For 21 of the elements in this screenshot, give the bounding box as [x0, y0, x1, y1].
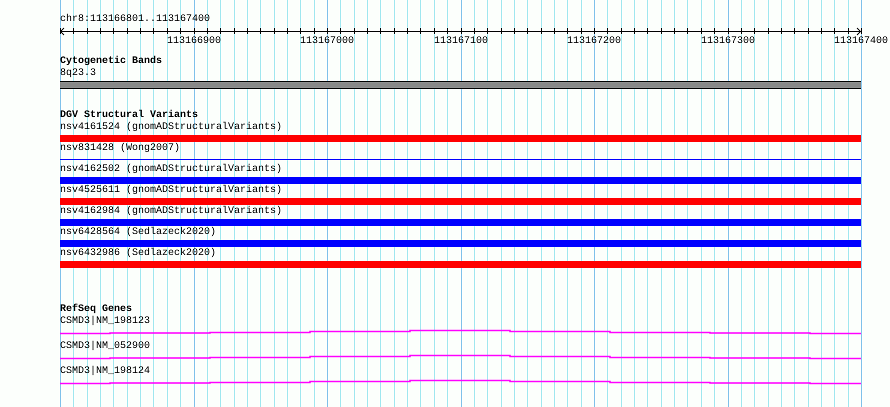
band-label: 8q23.3: [60, 68, 96, 80]
tick-label: 113167300: [701, 36, 755, 44]
tick-label: 113167000: [300, 36, 354, 44]
variant-label: nsv4162984 (gnomADStructuralVariants): [60, 206, 282, 218]
variant-label: nsv4162502 (gnomADStructuralVariants): [60, 164, 282, 176]
track-title: RefSeq Genes: [60, 304, 132, 316]
gene-label: CSMD3|NM_052900: [60, 341, 150, 353]
variant-label: nsv4525611 (gnomADStructuralVariants): [60, 185, 282, 197]
gene-label: CSMD3|NM_198123: [60, 316, 150, 328]
variant-label: nsv6428564 (Sedlazeck2020): [60, 227, 216, 239]
location-label: chr8:113166801..113167400: [60, 14, 210, 26]
tick-label: 113166900: [167, 36, 221, 44]
variant-label: nsv831428 (Wong2007): [60, 143, 180, 155]
tick-label: 113167200: [567, 36, 621, 44]
track-title: DGV Structural Variants: [60, 110, 198, 122]
tick-label: 113167100: [434, 36, 488, 44]
variant-label: nsv6432986 (Sedlazeck2020): [60, 248, 216, 260]
variant-label: nsv4161524 (gnomADStructuralVariants): [60, 122, 282, 134]
gene-label: CSMD3|NM_198124: [60, 366, 150, 378]
tick-label: 113167400: [834, 36, 888, 44]
track-title: Cytogenetic Bands: [60, 56, 162, 68]
